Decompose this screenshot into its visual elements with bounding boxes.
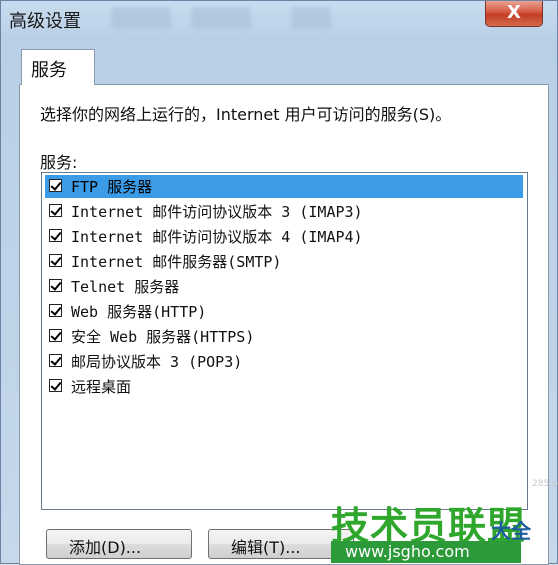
service-label: FTP 服务器 <box>71 178 153 196</box>
blurred-title-region <box>291 7 331 29</box>
checkbox[interactable] <box>49 279 62 292</box>
checkbox[interactable] <box>49 304 62 317</box>
service-label: 安全 Web 服务器(HTTPS) <box>71 328 255 346</box>
panel-description: 选择你的网络上运行的，Internet 用户可访问的服务(S)。 <box>40 105 452 124</box>
service-label: Telnet 服务器 <box>71 278 180 296</box>
checkbox[interactable] <box>49 329 62 342</box>
checkbox[interactable] <box>49 179 62 192</box>
blurred-title-region <box>191 7 251 29</box>
service-label: Internet 邮件访问协议版本 4 (IMAP4) <box>71 228 363 246</box>
close-button[interactable]: X <box>485 1 543 27</box>
watermark-side-text: 大全 <box>491 519 531 543</box>
service-row-remote-desktop[interactable]: 远程桌面 <box>45 375 523 398</box>
services-listbox[interactable]: FTP 服务器 Internet 邮件访问协议版本 3 (IMAP3) Inte… <box>41 172 558 510</box>
service-row-smtp[interactable]: Internet 邮件服务器(SMTP) <box>45 250 523 273</box>
checkbox[interactable] <box>49 254 62 267</box>
service-row-imap3[interactable]: Internet 邮件访问协议版本 3 (IMAP3) <box>45 200 523 223</box>
service-row-ftp[interactable]: FTP 服务器 <box>45 175 523 198</box>
service-label: Internet 邮件服务器(SMTP) <box>71 253 282 271</box>
add-button[interactable]: 添加(D)... <box>46 529 192 559</box>
service-label: Internet 邮件访问协议版本 3 (IMAP3) <box>71 203 363 221</box>
faint-watermark-text: 285.com <box>532 479 558 489</box>
title-bar[interactable]: 高级设置 X <box>1 1 557 41</box>
service-row-https[interactable]: 安全 Web 服务器(HTTPS) <box>45 325 523 348</box>
service-row-telnet[interactable]: Telnet 服务器 <box>45 275 523 298</box>
service-row-pop3[interactable]: 邮局协议版本 3 (POP3) <box>45 350 523 373</box>
watermark-url: www.jsgho.com <box>331 541 521 563</box>
service-label: 远程桌面 <box>71 378 132 396</box>
checkbox[interactable] <box>49 354 62 367</box>
checkbox[interactable] <box>49 204 62 217</box>
dialog-title: 高级设置 <box>9 11 81 32</box>
service-row-imap4[interactable]: Internet 邮件访问协议版本 4 (IMAP4) <box>45 225 523 248</box>
services-list-label: 服务: <box>40 153 78 172</box>
checkbox[interactable] <box>49 229 62 242</box>
tab-services[interactable]: 服务 <box>21 49 95 85</box>
service-label: Web 服务器(HTTP) <box>71 303 207 321</box>
site-watermark: 技术员联盟 大全 www.jsgho.com <box>331 495 558 565</box>
services-panel: 选择你的网络上运行的，Internet 用户可访问的服务(S)。 服务: FTP… <box>19 84 558 565</box>
service-label: 邮局协议版本 3 (POP3) <box>71 353 243 371</box>
service-row-http[interactable]: Web 服务器(HTTP) <box>45 300 523 323</box>
blurred-title-region <box>111 7 171 29</box>
checkbox[interactable] <box>49 379 62 392</box>
tab-services-label: 服务 <box>31 60 67 81</box>
advanced-settings-dialog: 高级设置 X 服务 选择你的网络上运行的，Internet 用户可访问的服务(S… <box>0 0 558 565</box>
